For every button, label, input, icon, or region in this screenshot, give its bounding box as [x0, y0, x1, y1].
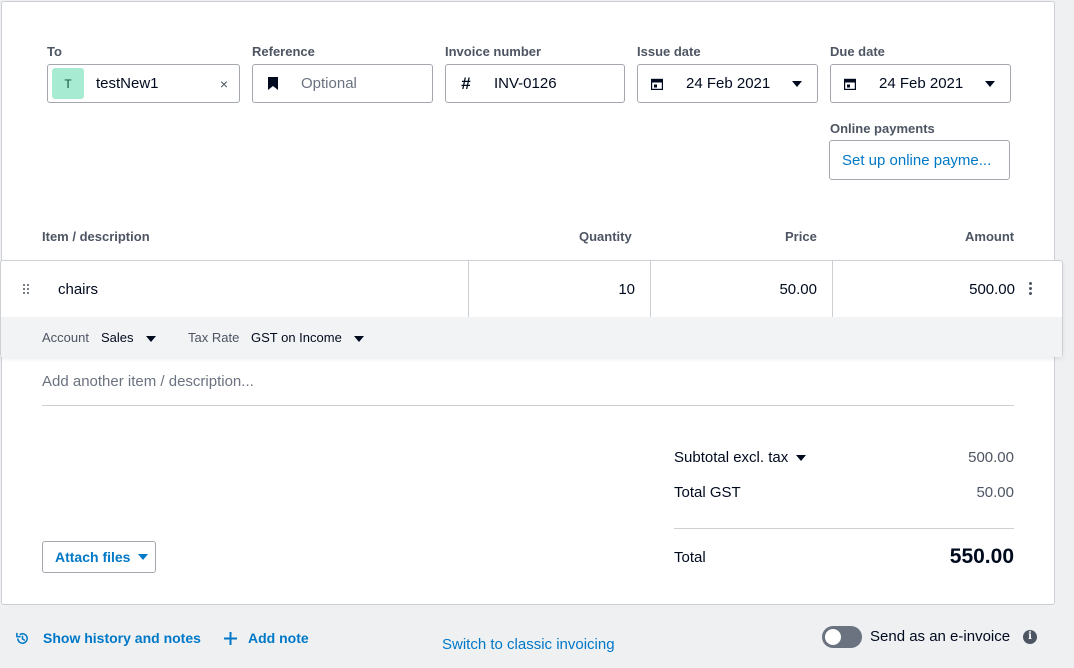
- drag-handle-icon[interactable]: [21, 282, 31, 296]
- divider: [674, 528, 1014, 529]
- tax-rate-select[interactable]: GST on Income: [251, 330, 342, 345]
- col-header-amount: Amount: [965, 229, 1015, 244]
- chevron-down-icon[interactable]: [970, 80, 1010, 87]
- col-header-price: Price: [785, 229, 817, 244]
- due-date-field[interactable]: 24 Feb 2021: [830, 64, 1011, 103]
- quantity-cell[interactable]: 10: [471, 261, 635, 317]
- issue-date-field[interactable]: 24 Feb 2021: [637, 64, 818, 103]
- amount-cell[interactable]: 500.00: [835, 261, 1015, 317]
- attach-files-button[interactable]: Attach files: [42, 541, 156, 573]
- issue-date-value: 24 Feb 2021: [686, 75, 771, 92]
- hash-icon: #: [461, 73, 471, 93]
- add-note-label: Add note: [248, 630, 309, 646]
- info-icon[interactable]: i: [1023, 630, 1037, 644]
- subtotal-toggle[interactable]: Subtotal excl. tax: [674, 449, 807, 466]
- toggle-knob: [825, 629, 841, 645]
- due-date-label: Due date: [830, 44, 885, 59]
- total-gst-value: 50.00: [976, 484, 1014, 501]
- attach-files-label: Attach files: [55, 549, 131, 565]
- total-gst-label: Total GST: [674, 484, 741, 501]
- invoice-number-value: INV-0126: [494, 75, 557, 92]
- plus-icon: [224, 631, 237, 645]
- calendar-icon: [638, 78, 676, 90]
- show-history-label: Show history and notes: [43, 630, 201, 646]
- subtotal-label: Subtotal excl. tax: [674, 449, 789, 466]
- item-description-cell[interactable]: chairs: [58, 261, 458, 317]
- subtotal-value: 500.00: [968, 449, 1014, 466]
- setup-online-payments-button[interactable]: Set up online payme...: [829, 140, 1010, 180]
- chevron-down-icon: [796, 454, 807, 461]
- online-payments-label: Online payments: [830, 121, 935, 136]
- divider: [42, 405, 1014, 406]
- invoice-number-field[interactable]: # INV-0126: [445, 64, 625, 103]
- reference-placeholder: Optional: [301, 75, 357, 92]
- invoice-number-label: Invoice number: [445, 44, 542, 59]
- einvoice-toggle[interactable]: [822, 626, 862, 648]
- reference-label: Reference: [252, 44, 315, 59]
- line-item-row: chairs 10 50.00 500.00 Account Sales Tax…: [0, 260, 1063, 357]
- chevron-down-icon: [138, 554, 149, 560]
- show-history-link[interactable]: Show history and notes: [15, 630, 201, 646]
- total-label: Total: [674, 549, 706, 566]
- reference-field[interactable]: Optional: [252, 64, 433, 103]
- einvoice-label: Send as an e-invoice: [870, 628, 1011, 645]
- account-select[interactable]: Sales: [101, 330, 134, 345]
- account-label: Account: [42, 330, 89, 345]
- issue-date-label: Issue date: [637, 44, 701, 59]
- to-label: To: [47, 44, 62, 59]
- clear-contact-icon[interactable]: ×: [209, 76, 239, 92]
- tax-rate-label: Tax Rate: [188, 330, 240, 345]
- add-item-input[interactable]: Add another item / description...: [42, 373, 254, 390]
- total-value: 550.00: [949, 545, 1014, 568]
- chevron-down-icon[interactable]: [777, 80, 817, 87]
- calendar-icon: [831, 78, 869, 90]
- chevron-down-icon[interactable]: [354, 336, 364, 342]
- contact-field[interactable]: T testNew1 ×: [47, 64, 240, 103]
- chevron-down-icon[interactable]: [146, 336, 156, 342]
- more-options-icon[interactable]: [1029, 281, 1033, 297]
- bookmark-icon: [253, 77, 293, 90]
- switch-classic-link[interactable]: Switch to classic invoicing: [442, 636, 615, 653]
- col-header-item: Item / description: [42, 229, 150, 244]
- contact-name: testNew1: [96, 75, 159, 92]
- price-cell[interactable]: 50.00: [653, 261, 817, 317]
- due-date-value: 24 Feb 2021: [879, 75, 964, 92]
- col-header-quantity: Quantity: [579, 229, 632, 244]
- history-icon: [15, 631, 30, 646]
- contact-avatar: T: [52, 68, 84, 99]
- add-note-link[interactable]: Add note: [224, 630, 309, 646]
